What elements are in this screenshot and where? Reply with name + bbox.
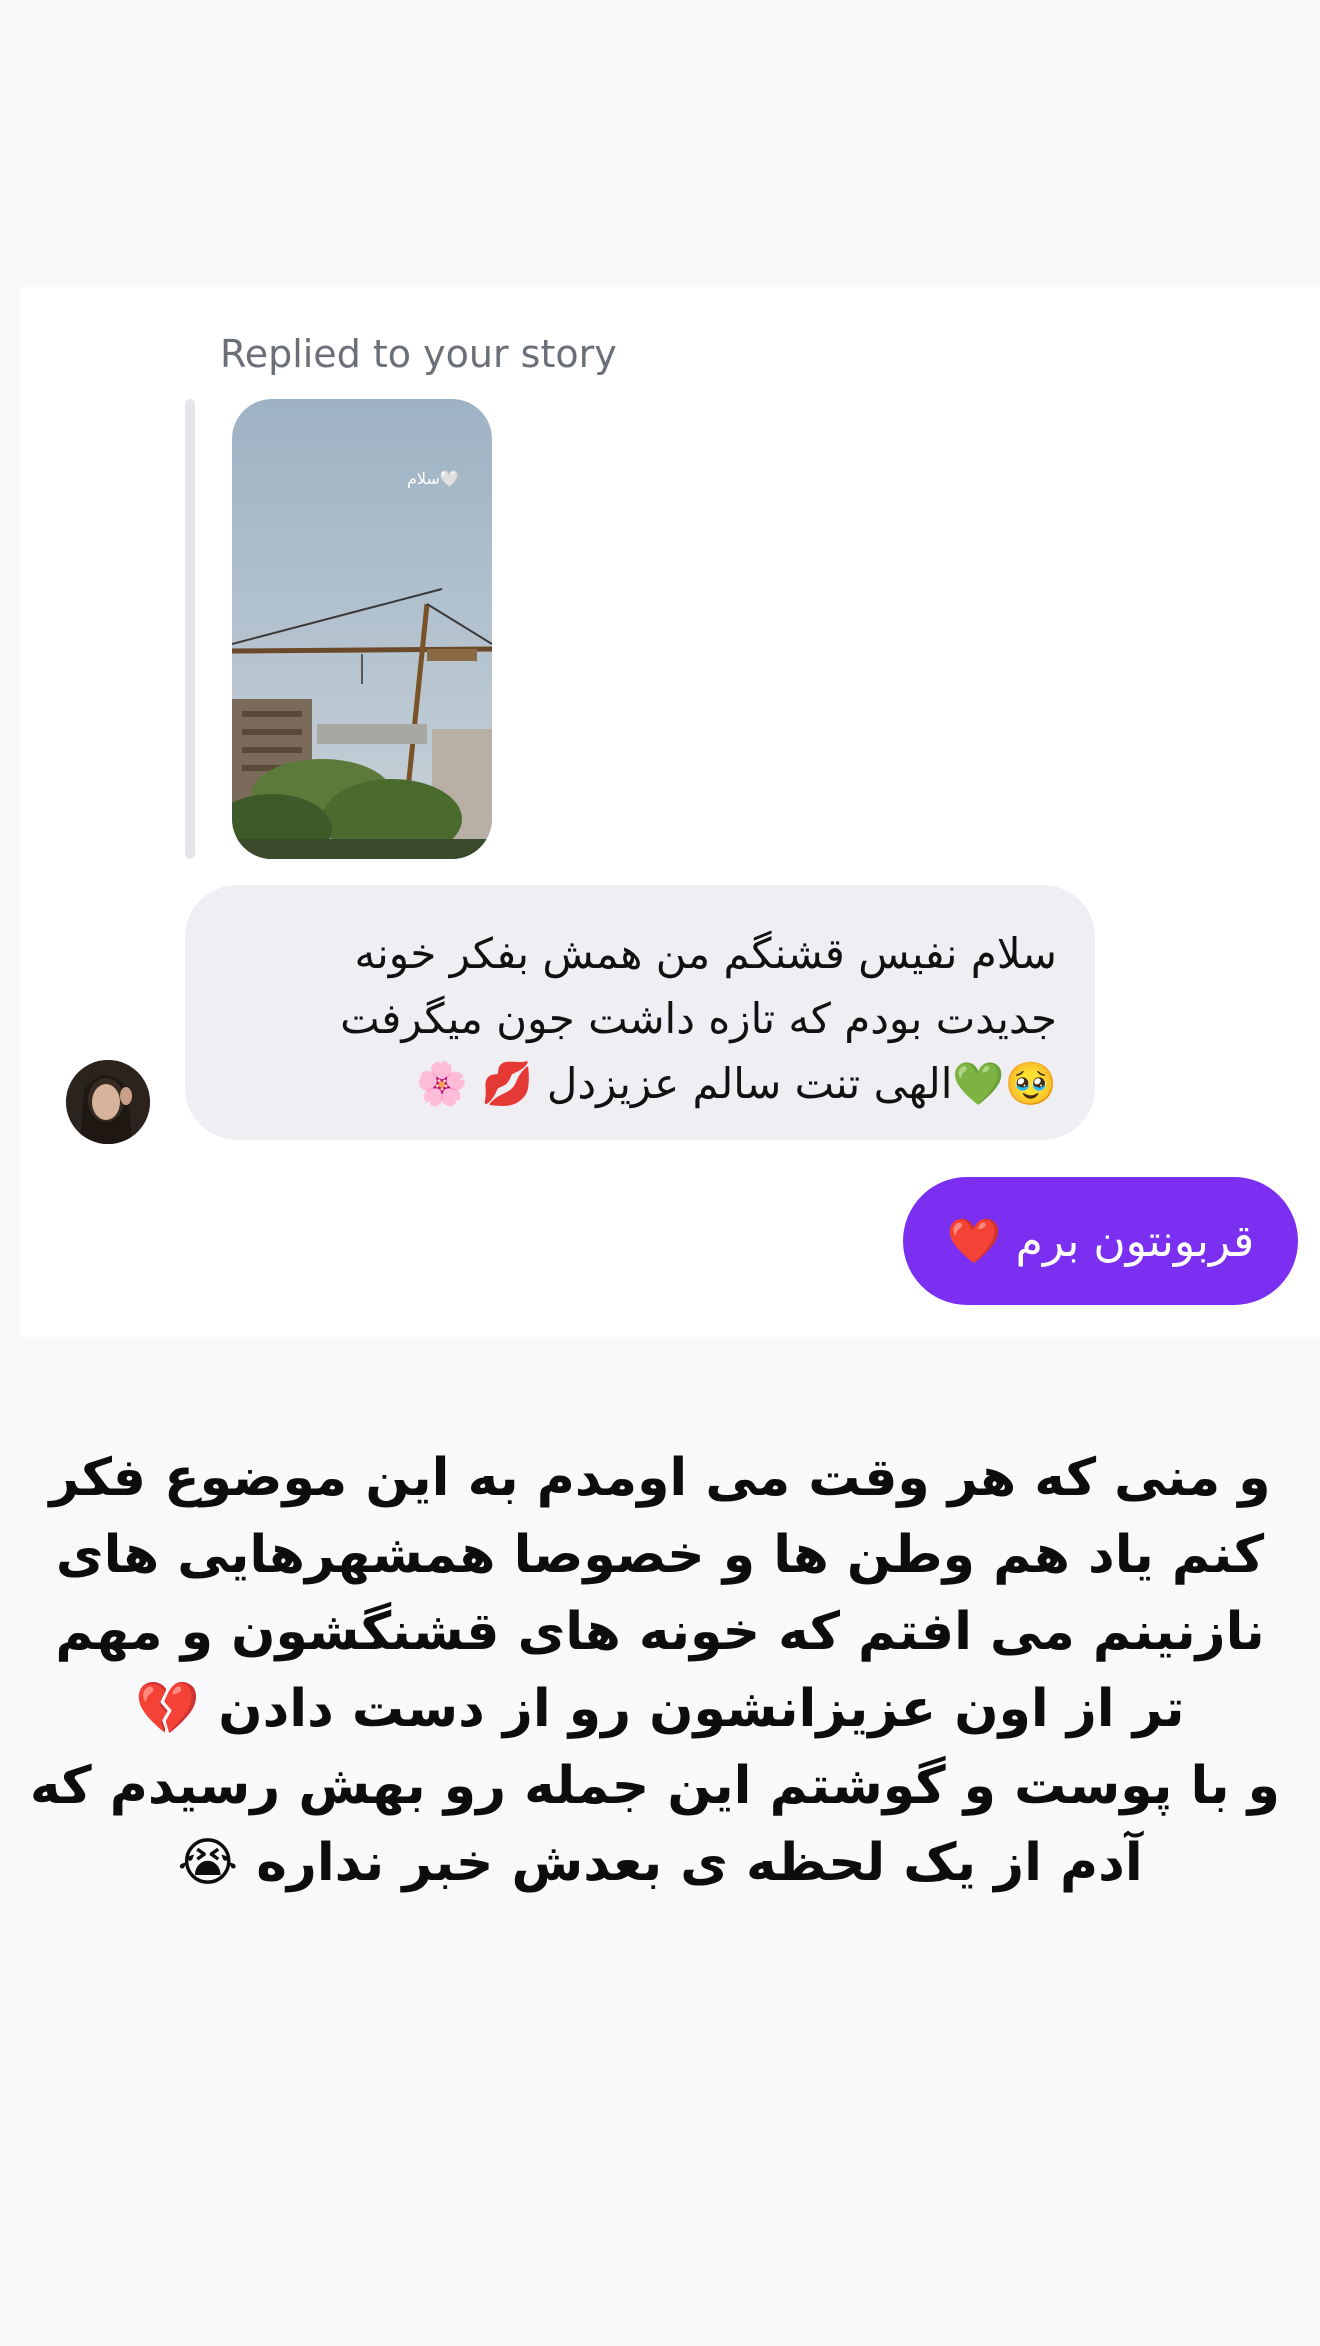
reply-indicator-bar [185, 399, 195, 859]
caption-line: و منی که هر وقت می اومدم به این موضوع فک… [49, 1448, 1271, 1508]
message-line: سلام نفیس قشنگم من همش بفکر خونه [354, 929, 1058, 978]
sender-avatar[interactable] [66, 1060, 150, 1144]
story-reply-label: Replied to your story [220, 332, 617, 376]
story-caption: سلام🤍 [407, 469, 460, 488]
caption-line: کنم یاد هم وطن ها و خصوصا همشهرهایی های [55, 1525, 1265, 1585]
outgoing-message-text: قربونتون برم ❤️ [946, 1216, 1255, 1267]
outgoing-message-bubble[interactable]: قربونتون برم ❤️ [903, 1177, 1298, 1305]
story-thumbnail[interactable]: سلام🤍 [232, 399, 492, 859]
story-caption-text: و منی که هر وقت می اومدم به این موضوع فک… [29, 1440, 1280, 1902]
message-line: جدیدت بودم که تازه داشت جون میگرفت [340, 994, 1057, 1043]
message-line: 🥹💚الهی تنت سالم عزیزدل 💋 🌸 [415, 1059, 1057, 1108]
avatar-photo [66, 1060, 150, 1144]
story-image [232, 399, 492, 859]
caption-line: و با پوست و گوشتم این جمله رو بهش رسیدم … [29, 1756, 1280, 1816]
incoming-message-bubble[interactable]: سلام نفیس قشنگم من همش بفکر خونه جدیدت ب… [185, 885, 1095, 1140]
caption-line: آدم از یک لحظه ی بعدش خبر نداره 😭 [177, 1833, 1143, 1893]
chat-screenshot: Replied to your story سلام🤍 سلام نفیس قش… [20, 287, 1320, 1337]
caption-line: نازنینم می افتم که خونه های قشنگشون و مه… [55, 1602, 1265, 1662]
top-blank-area [0, 0, 1320, 287]
caption-line: تر از اون عزیزانشون رو از دست دادن 💔 [135, 1679, 1185, 1739]
